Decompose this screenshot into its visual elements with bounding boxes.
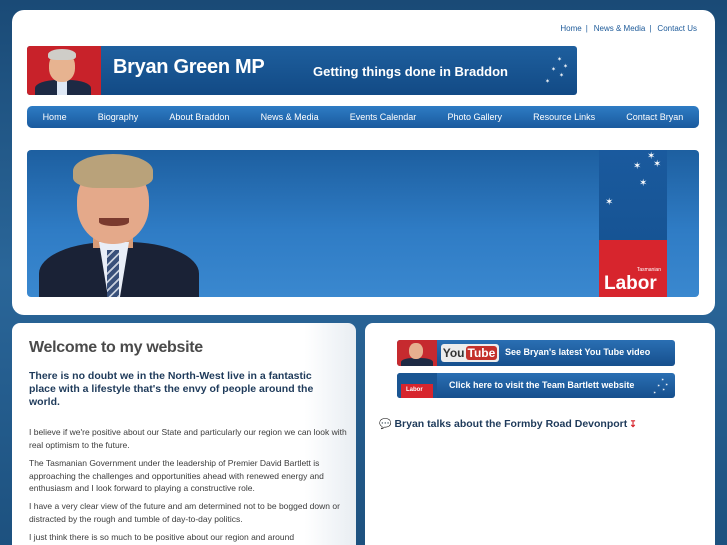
site-tagline: Getting things done in Braddon — [313, 64, 508, 79]
labor-logo-mini: Labor — [406, 387, 423, 393]
main-nav: Home Biography About Braddon News & Medi… — [27, 106, 699, 128]
speech-bubble-icon: 💬 — [379, 419, 392, 430]
nav-biography[interactable]: Biography — [98, 112, 139, 122]
youtube-logo-tube: Tube — [465, 346, 498, 360]
body-paragraph: I have a very clear view of the future a… — [29, 501, 340, 524]
top-link-news[interactable]: News & Media — [594, 24, 646, 33]
nav-home[interactable]: Home — [43, 112, 67, 122]
nav-news-media[interactable]: News & Media — [261, 112, 319, 122]
top-links: Home | News & Media | Contact Us — [560, 24, 697, 33]
body-paragraph: The Tasmanian Government under the leade… — [29, 458, 324, 493]
nav-events-calendar[interactable]: Events Calendar — [350, 112, 417, 122]
body-paragraph: I believe if we're positive about our St… — [29, 427, 347, 450]
formby-road-link[interactable]: 💬 Bryan talks about the Formby Road Devon… — [379, 418, 637, 430]
youtube-video-button[interactable]: You Tube See Bryan's latest You Tube vide… — [397, 340, 675, 366]
page-title: Welcome to my website — [29, 339, 203, 356]
site-title: Bryan Green MP — [113, 56, 265, 78]
top-link-contact[interactable]: Contact Us — [657, 24, 697, 33]
youtube-logo-icon: You Tube — [441, 344, 499, 362]
youtube-button-label: See Bryan's latest You Tube video — [505, 347, 651, 357]
youtube-logo-you: You — [442, 346, 465, 360]
southern-cross-icon: ✶ ✶ ✶ ✶ ✶ — [653, 377, 669, 395]
body-paragraph: I just think there is so much to be posi… — [29, 532, 295, 542]
arrow-down-icon: ↧ — [629, 419, 637, 429]
nav-about-braddon[interactable]: About Braddon — [169, 112, 229, 122]
sidebar-panel: You Tube See Bryan's latest You Tube vide… — [365, 323, 715, 545]
site-banner[interactable]: Bryan Green MP Getting things done in Br… — [27, 46, 577, 95]
nav-photo-gallery[interactable]: Photo Gallery — [447, 112, 502, 122]
labor-flag: ✶ ✶ ✶ ✶ ✶ Tasmanian Labor — [599, 150, 667, 297]
banner-portrait — [27, 46, 101, 95]
bryan-thumbnail — [397, 340, 437, 366]
team-bartlett-button[interactable]: Labor Click here to visit the Team Bartl… — [397, 373, 675, 398]
nav-contact-bryan[interactable]: Contact Bryan — [626, 112, 683, 122]
formby-road-label: Bryan talks about the Formby Road Devonp… — [394, 418, 628, 430]
header-panel: Home | News & Media | Contact Us Bryan Green… — [12, 10, 715, 315]
hero-portrait — [27, 150, 227, 297]
content-panel: Welcome to my website There is no doubt … — [12, 323, 356, 545]
hero-banner: ✶ ✶ ✶ ✶ ✶ Tasmanian Labor — [27, 150, 699, 297]
nav-resource-links[interactable]: Resource Links — [533, 112, 595, 122]
labor-logo-icon: Labor — [397, 373, 437, 398]
labor-logo-text: Labor — [604, 273, 657, 294]
southern-cross-icon: ✶ ✶ ✶ ✶ ✶ — [545, 57, 569, 85]
labor-logo: Tasmanian Labor — [599, 240, 667, 297]
top-link-home[interactable]: Home — [560, 24, 581, 33]
team-bartlett-label: Click here to visit the Team Bartlett we… — [449, 380, 635, 390]
intro-text: There is no doubt we in the North-West l… — [29, 370, 314, 408]
